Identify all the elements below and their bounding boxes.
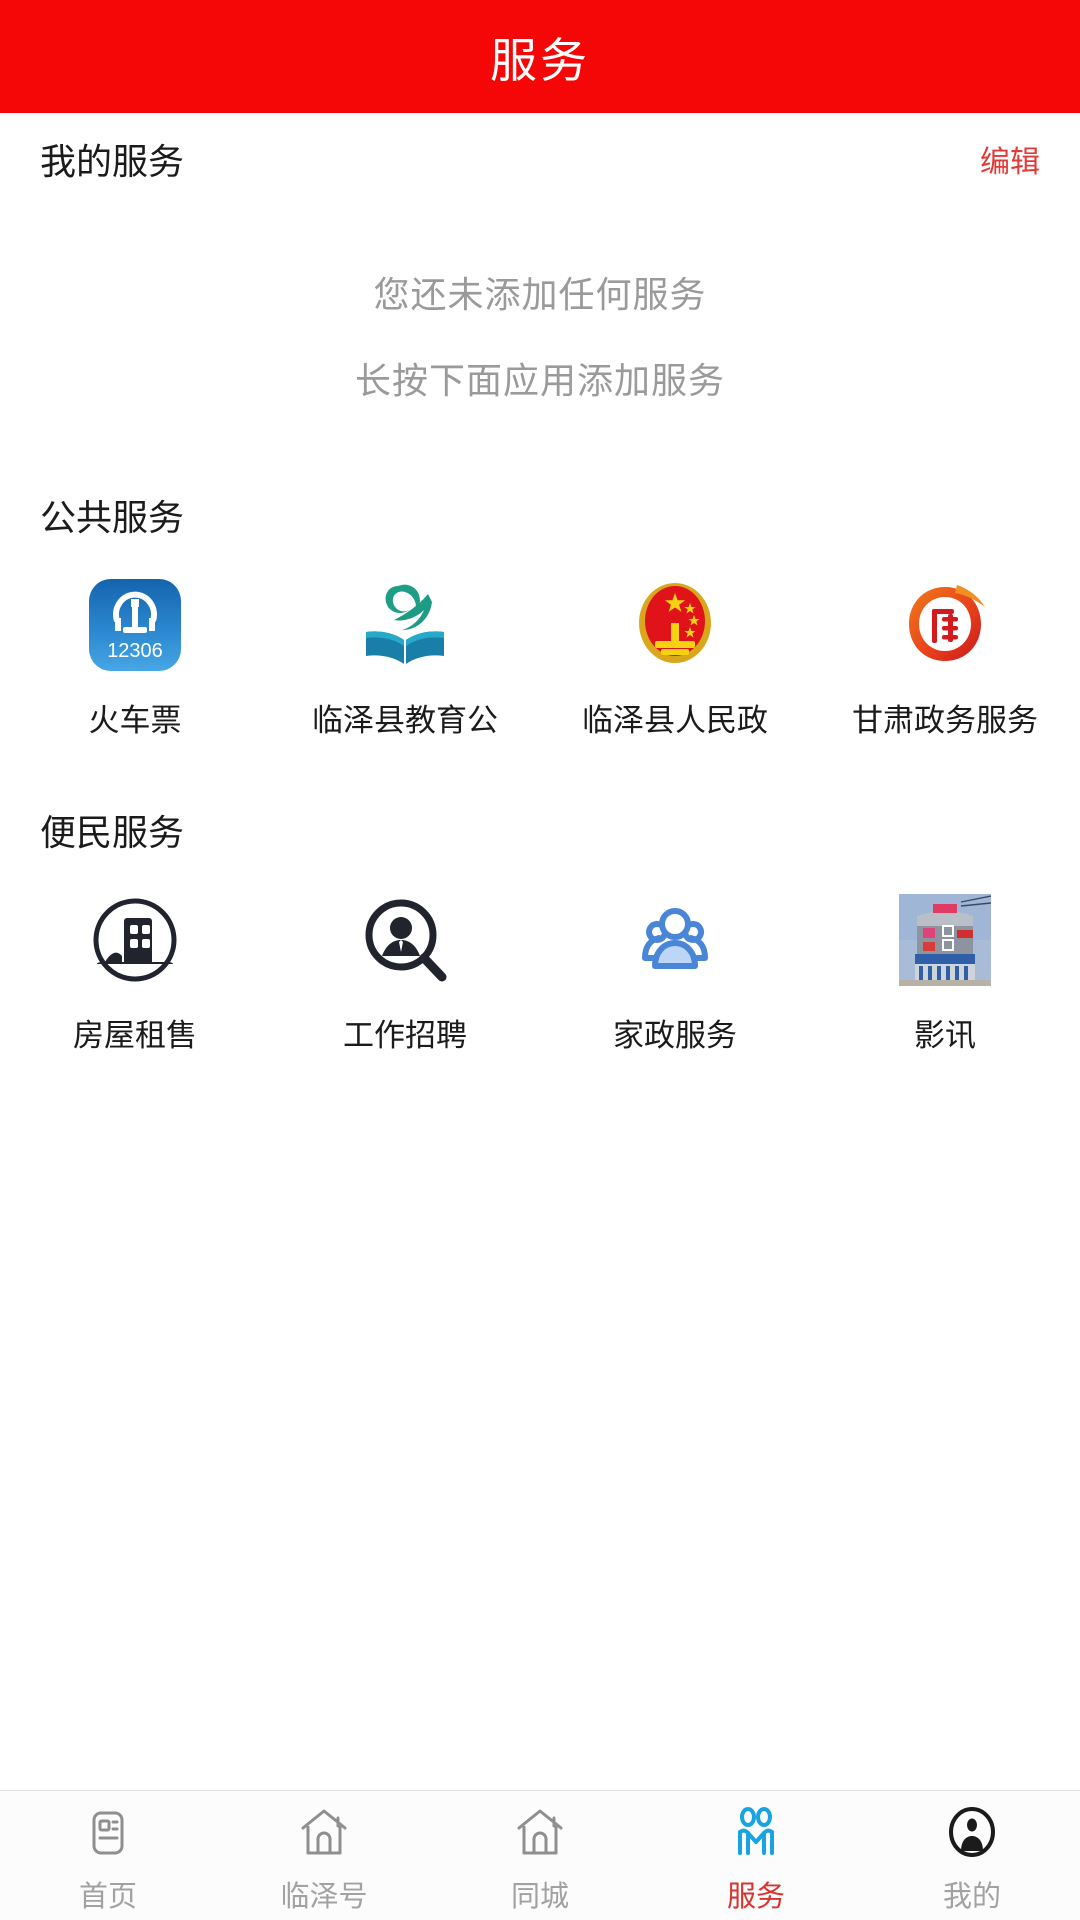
- service-label: 甘肃政务服务: [852, 703, 1038, 738]
- nav-item-services[interactable]: 服务: [648, 1791, 864, 1920]
- person-circle-icon: [944, 1805, 1000, 1861]
- cinema-photo-icon: [897, 892, 993, 988]
- scroll-content: 我的服务 编辑 您还未添加任何服务 长按下面应用添加服务 公共服务 12306 …: [0, 113, 1080, 1790]
- page-title: 服务: [490, 34, 590, 87]
- house-icon: [512, 1805, 568, 1861]
- service-label: 临泽县人民政: [582, 703, 768, 738]
- service-label: 房屋租售: [73, 1018, 197, 1053]
- nav-label: 首页: [78, 1880, 137, 1913]
- service-item-education[interactable]: 临泽县教育公: [270, 577, 540, 740]
- nav-item-same-city[interactable]: 同城: [432, 1791, 648, 1920]
- education-book-icon: [357, 577, 453, 673]
- news-card-icon: [80, 1805, 136, 1861]
- railway-badge-text: 12306: [107, 640, 163, 662]
- section-title-public: 公共服务: [40, 497, 185, 538]
- app-root: 服务 我的服务 编辑 您还未添加任何服务 长按下面应用添加服务 公共服务 123…: [0, 0, 1080, 1920]
- national-emblem-icon: [627, 577, 723, 673]
- service-item-jobs[interactable]: 工作招聘: [270, 892, 540, 1055]
- section-title-convenience: 便民服务: [40, 812, 185, 853]
- service-item-train-ticket[interactable]: 12306 火车票: [0, 577, 270, 740]
- house-icon: [296, 1805, 352, 1861]
- people-group-icon: [627, 892, 723, 988]
- service-label: 临泽县教育公: [312, 703, 498, 738]
- nav-label: 服务: [726, 1880, 785, 1913]
- two-people-icon: [728, 1805, 784, 1861]
- person-magnifier-icon: [357, 892, 453, 988]
- public-services-grid: 12306 火车票 临泽县教育公 临泽县人民政 甘肃政务服务: [0, 551, 1080, 740]
- edit-button[interactable]: 编辑: [980, 137, 1040, 181]
- gansu-long-icon: [897, 577, 993, 673]
- my-services-empty-state: 您还未添加任何服务 长按下面应用添加服务: [0, 205, 1080, 465]
- nav-item-linze-hao[interactable]: 临泽号: [216, 1791, 432, 1920]
- empty-state-line-2: 长按下面应用添加服务: [354, 360, 725, 401]
- convenience-services-grid: 房屋租售 工作招聘 家政服务 影讯: [0, 866, 1080, 1055]
- service-item-gansu-gov[interactable]: 甘肃政务服务: [810, 577, 1080, 740]
- nav-label: 临泽号: [280, 1880, 368, 1913]
- service-item-housing[interactable]: 房屋租售: [0, 892, 270, 1055]
- building-circle-icon: [87, 892, 183, 988]
- railway-12306-icon: 12306: [87, 577, 183, 673]
- empty-state-line-1: 您还未添加任何服务: [373, 274, 707, 315]
- service-label: 工作招聘: [343, 1018, 467, 1053]
- service-label: 家政服务: [613, 1018, 737, 1053]
- bottom-navigation: 首页 临泽号 同城 服务 我的: [0, 1790, 1080, 1920]
- nav-item-mine[interactable]: 我的: [864, 1791, 1080, 1920]
- nav-label: 我的: [942, 1880, 1001, 1913]
- nav-item-home[interactable]: 首页: [0, 1791, 216, 1920]
- my-services-bar: 我的服务 编辑: [0, 113, 1080, 205]
- nav-label: 同城: [510, 1880, 569, 1913]
- service-label: 火车票: [88, 703, 182, 738]
- service-label: 影讯: [914, 1018, 976, 1053]
- app-header: 服务: [0, 0, 1080, 113]
- service-item-government[interactable]: 临泽县人民政: [540, 577, 810, 740]
- service-item-cinema[interactable]: 影讯: [810, 892, 1080, 1055]
- service-item-housekeeping[interactable]: 家政服务: [540, 892, 810, 1055]
- my-services-title: 我的服务: [40, 141, 185, 182]
